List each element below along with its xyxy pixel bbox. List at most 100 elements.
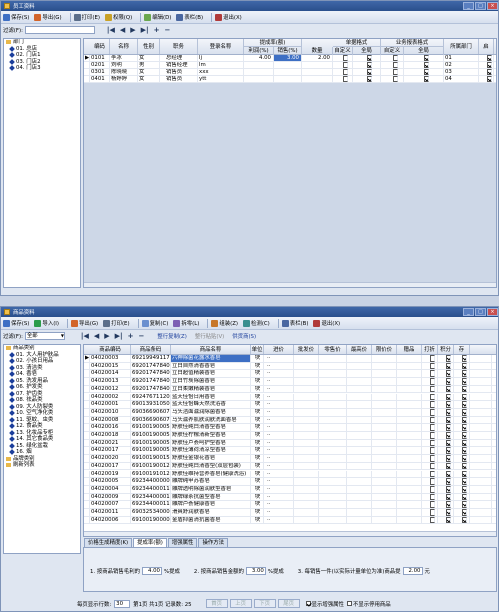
price-cell[interactable]	[372, 385, 397, 393]
prev-page-button[interactable]: 上页	[229, 599, 252, 608]
price-cell[interactable]	[347, 447, 372, 455]
cell-name[interactable]: 马头滋养肌肤润肤洗面香皂	[171, 416, 251, 424]
flag-cell[interactable]	[422, 501, 438, 508]
price-cell[interactable]	[372, 370, 397, 378]
cell-unit[interactable]: 块	[251, 416, 264, 424]
flag-cell[interactable]	[438, 447, 454, 455]
flag-cell[interactable]	[422, 362, 438, 370]
price-cell[interactable]	[397, 493, 422, 501]
price-cell[interactable]	[397, 424, 422, 431]
table-row[interactable]: 040200066910019000025金盾抑菌清抗菌香皂块··	[84, 516, 496, 525]
flag-cell[interactable]	[422, 424, 438, 431]
price-cell[interactable]	[347, 493, 372, 501]
cell-unit[interactable]: 块	[251, 447, 264, 455]
column-header[interactable]: 自定义	[333, 47, 353, 55]
price-cell[interactable]	[397, 393, 422, 401]
cell-sales[interactable]	[274, 62, 302, 68]
cell-code[interactable]: 04020004	[90, 485, 131, 493]
print-button[interactable]: 打印(E)	[73, 13, 100, 21]
check-button[interactable]: 检测(C)	[243, 319, 270, 327]
price-cell[interactable]	[294, 493, 319, 501]
flag-cell[interactable]	[422, 378, 438, 385]
flag-cell[interactable]	[422, 493, 438, 501]
filter-input[interactable]	[24, 26, 95, 34]
cell-bar[interactable]: 6903669060795	[131, 416, 171, 424]
price-cell[interactable]	[347, 401, 372, 408]
price-cell[interactable]	[347, 362, 372, 370]
cell-unit[interactable]: 块	[251, 408, 264, 416]
table-row[interactable]: 040200076923440001181雕牌芦荟健康香皂块··	[84, 501, 496, 509]
cell-profit[interactable]	[244, 62, 274, 68]
table-row[interactable]: 040200206910019001505舒肤佳金银花香皂块··	[84, 455, 496, 463]
cell-sex[interactable]: 男	[138, 62, 160, 68]
price-cell[interactable]	[319, 401, 347, 408]
flag-cell[interactable]	[454, 370, 470, 378]
flag-cell[interactable]	[454, 355, 470, 362]
column-header[interactable]: 数量	[302, 47, 333, 55]
unit-dropdown[interactable]: ··	[264, 455, 294, 462]
stock-cell[interactable]	[470, 401, 492, 408]
cell-bar[interactable]: 6910019101251	[131, 470, 171, 478]
export-button[interactable]: 导出(G)	[71, 319, 98, 327]
price-cell[interactable]	[319, 385, 347, 393]
cell-unit[interactable]: 块	[251, 516, 264, 524]
import-button[interactable]: 导入(I)	[34, 319, 59, 327]
price-cell[interactable]	[397, 455, 422, 462]
price-cell[interactable]	[294, 378, 319, 385]
flag-cell[interactable]	[454, 478, 470, 485]
cell-code[interactable]: 04020015	[90, 362, 131, 370]
cell-name[interactable]: 舒肤佳芦荟呵护型香皂	[171, 439, 251, 447]
cell-code[interactable]: 04020019	[90, 470, 131, 478]
column-header[interactable]: 商品编码	[90, 345, 131, 354]
flag-cell[interactable]	[454, 470, 470, 478]
stock-cell[interactable]	[470, 370, 492, 378]
cell-bar[interactable]: 6910019000561	[131, 439, 171, 447]
flag-cell[interactable]	[438, 470, 454, 478]
column-header[interactable]: 商品条码	[131, 345, 171, 354]
cell-dept[interactable]: 03	[444, 69, 479, 75]
cell-profit[interactable]: 4.00	[244, 55, 274, 61]
cell-qty[interactable]	[302, 69, 333, 75]
price-cell[interactable]	[347, 424, 372, 431]
flag-cell[interactable]	[422, 455, 438, 462]
price-cell[interactable]	[397, 478, 422, 485]
delete-record-button[interactable]: −	[138, 332, 144, 340]
flag-cell[interactable]	[438, 362, 454, 370]
stock-cell[interactable]	[470, 470, 492, 478]
price-cell[interactable]	[347, 408, 372, 416]
price-cell[interactable]	[372, 408, 397, 416]
cell-login[interactable]: lm	[198, 62, 244, 68]
cell-unit[interactable]: 块	[251, 385, 264, 393]
cell-c1[interactable]	[333, 62, 353, 68]
flag-cell[interactable]	[454, 447, 470, 455]
price-cell[interactable]	[319, 378, 347, 385]
unit-dropdown[interactable]: ··	[264, 355, 294, 362]
price-cell[interactable]	[319, 485, 347, 493]
cell-unit[interactable]: 块	[251, 439, 264, 447]
cell-name[interactable]: 舒肤佳柠檬清新型香皂	[171, 432, 251, 439]
price-cell[interactable]	[397, 385, 422, 393]
price-cell[interactable]	[319, 432, 347, 439]
cell-code[interactable]: 0301	[90, 69, 110, 75]
price-cell[interactable]	[294, 408, 319, 416]
stock-cell[interactable]	[470, 416, 492, 424]
price-cell[interactable]	[347, 385, 372, 393]
cell-bar[interactable]: 6920174784015	[131, 378, 171, 385]
price-cell[interactable]	[397, 516, 422, 524]
split-button[interactable]: 拆零(L)	[173, 319, 199, 327]
flag-cell[interactable]	[454, 362, 470, 370]
stock-cell[interactable]	[470, 501, 492, 508]
column-header[interactable]: 赠品	[397, 345, 422, 354]
cell-bar[interactable]: 6910019000563	[131, 432, 171, 439]
next-page-button[interactable]: 下页	[253, 599, 276, 608]
cell-name[interactable]: 舒肤佳纯白清香型香皂	[171, 424, 251, 431]
edit-button[interactable]: 编辑(D)	[144, 13, 171, 21]
export-button[interactable]: 导出(G)	[34, 13, 62, 21]
table-row[interactable]: ▶ 0101 李冰女总经理 lj 4.00 3.00 2.00 01	[84, 55, 496, 62]
column-header[interactable]: 职务	[160, 39, 198, 54]
flag-cell[interactable]	[438, 493, 454, 501]
price-cell[interactable]	[319, 470, 347, 478]
price-cell[interactable]	[372, 424, 397, 431]
cell-unit[interactable]: 块	[251, 362, 264, 370]
cell-code[interactable]: 04020021	[90, 439, 131, 447]
